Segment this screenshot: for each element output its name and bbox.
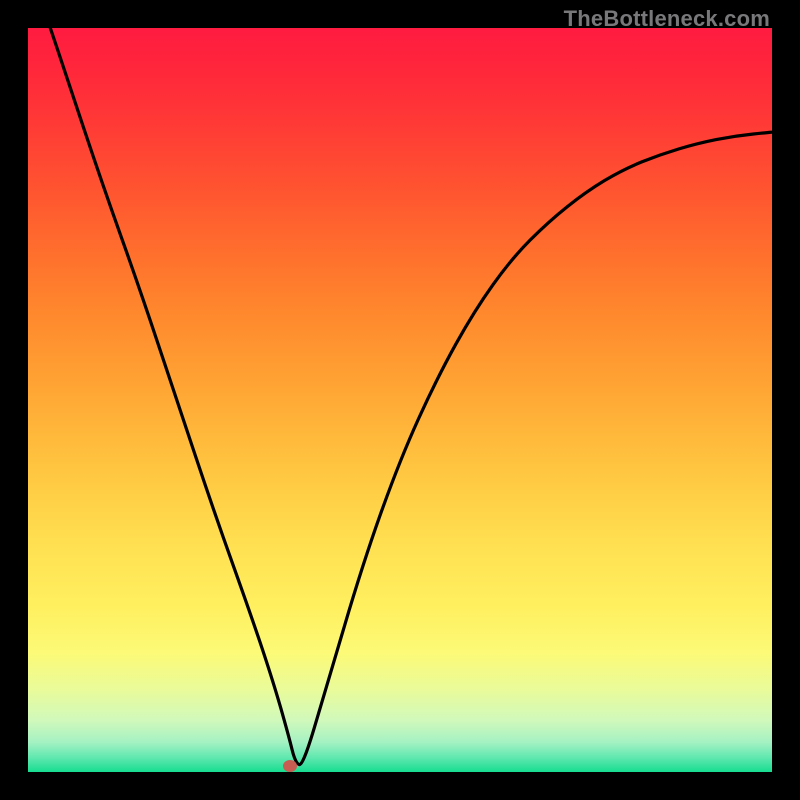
chart-canvas: TheBottleneck.com [0,0,800,800]
plot-area [28,28,772,772]
optimal-point-marker [283,760,297,772]
bottleneck-curve [28,28,772,772]
